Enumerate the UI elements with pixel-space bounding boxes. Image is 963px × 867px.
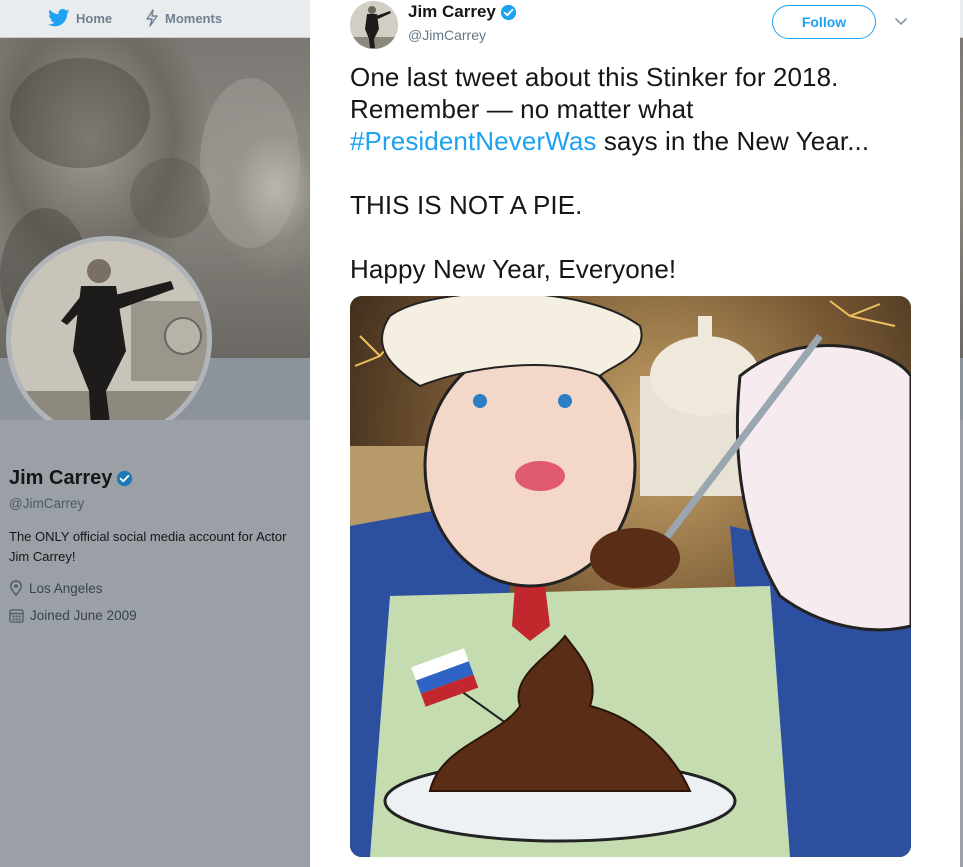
nav-moments[interactable]: Moments (145, 9, 222, 27)
calendar-icon (9, 609, 24, 623)
profile-joined-text: Joined June 2009 (30, 608, 137, 623)
profile-bio: The ONLY official social media account f… (9, 529, 287, 564)
tweet-line-2: Remember — no matter what (350, 94, 694, 124)
nav-home[interactable]: Home (48, 9, 112, 27)
hashtag-link[interactable]: #PresidentNeverWas (350, 126, 597, 156)
profile-handle[interactable]: @JimCarrey (9, 496, 84, 511)
profile-location: Los Angeles (9, 580, 103, 596)
tweet-line-3-rest: says in the New Year... (596, 126, 870, 156)
verified-badge-icon (500, 4, 517, 20)
location-pin-icon (10, 580, 22, 596)
nav-home-label: Home (76, 10, 113, 26)
tweet-author-name[interactable]: Jim Carrey (408, 2, 517, 22)
follow-button[interactable]: Follow (772, 5, 876, 39)
profile-joined: Joined June 2009 (9, 608, 137, 623)
tweet-author-name-text: Jim Carrey (408, 2, 496, 21)
profile-name[interactable]: Jim Carrey (9, 467, 133, 490)
tweet-line-5: Happy New Year, Everyone! (350, 254, 677, 284)
nav-moments-label: Moments (165, 10, 223, 26)
tweet-line-4: THIS IS NOT A PIE. (350, 190, 583, 220)
tweet-modal: Jim Carrey @JimCarrey Follow One last tw… (310, 0, 960, 867)
verified-badge-icon (117, 470, 133, 487)
chevron-down-icon[interactable] (894, 16, 908, 26)
profile-avatar[interactable] (6, 236, 212, 442)
tweet-media-image[interactable] (350, 296, 911, 857)
profile-name-text: Jim Carrey (9, 467, 113, 489)
tweet-line-1: One last tweet about this Stinker for 20… (350, 62, 839, 92)
tweet-author-handle[interactable]: @JimCarrey (408, 27, 486, 43)
tweet-text: One last tweet about this Stinker for 20… (350, 61, 930, 285)
profile-location-text: Los Angeles (29, 580, 103, 596)
twitter-bird-icon (48, 9, 70, 27)
tweet-author-avatar[interactable] (350, 1, 398, 49)
moments-lightning-icon (146, 9, 158, 27)
tweet-line-3: #PresidentNeverWas says in the New Year.… (350, 125, 930, 157)
